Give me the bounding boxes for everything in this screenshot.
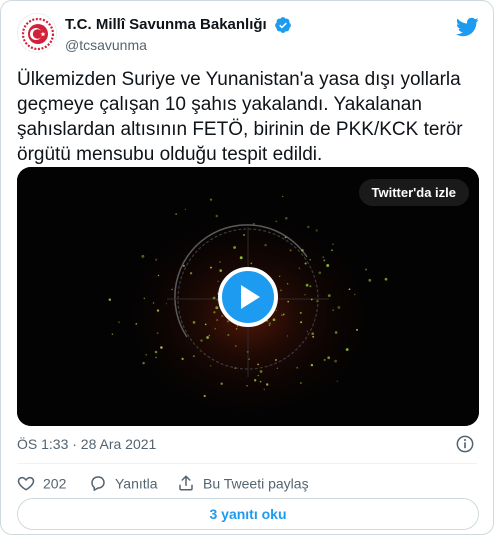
reply-label: Yanıtla [115, 475, 158, 492]
speech-bubble-icon [91, 476, 105, 492]
author-display-name[interactable]: T.C. Millî Savunma Bakanlığı [65, 15, 267, 34]
share-button[interactable]: Bu Tweeti paylaş [177, 471, 309, 494]
verified-badge-icon [275, 16, 292, 33]
avatar[interactable] [17, 13, 57, 53]
heart-icon [17, 477, 35, 491]
tweet-timestamp[interactable]: ÖS 1:33 · 28 Ara 2021 [17, 435, 156, 453]
twitter-bird-icon[interactable] [455, 15, 479, 39]
ministry-seal-logo [19, 15, 56, 52]
video-player[interactable]: Twitter'da izle [17, 167, 479, 426]
reply-button[interactable]: Yanıtla [89, 471, 158, 494]
author-info[interactable]: T.C. Millî Savunma Bakanlığı @tcsavunma [65, 15, 292, 55]
author-handle[interactable]: @tcsavunma [65, 35, 292, 55]
tweet-header: T.C. Millî Savunma Bakanlığı @tcsavunma [17, 13, 479, 57]
play-icon [241, 285, 260, 309]
tweet-text: Ülkemizden Suriye ve Yunanistan'a yasa d… [17, 69, 463, 165]
like-count: 202 [43, 475, 67, 492]
info-icon[interactable] [455, 434, 475, 454]
share-label: Bu Tweeti paylaş [203, 475, 309, 492]
divider [17, 463, 477, 464]
play-button[interactable] [218, 267, 278, 327]
watch-on-twitter-button[interactable]: Twitter'da izle [358, 179, 469, 206]
read-replies-button[interactable]: 3 yanıtı oku [17, 498, 479, 530]
tweet-card: T.C. Millî Savunma Bakanlığı @tcsavunma … [0, 0, 494, 535]
like-button[interactable]: 202 [17, 471, 66, 494]
share-icon [179, 475, 193, 491]
